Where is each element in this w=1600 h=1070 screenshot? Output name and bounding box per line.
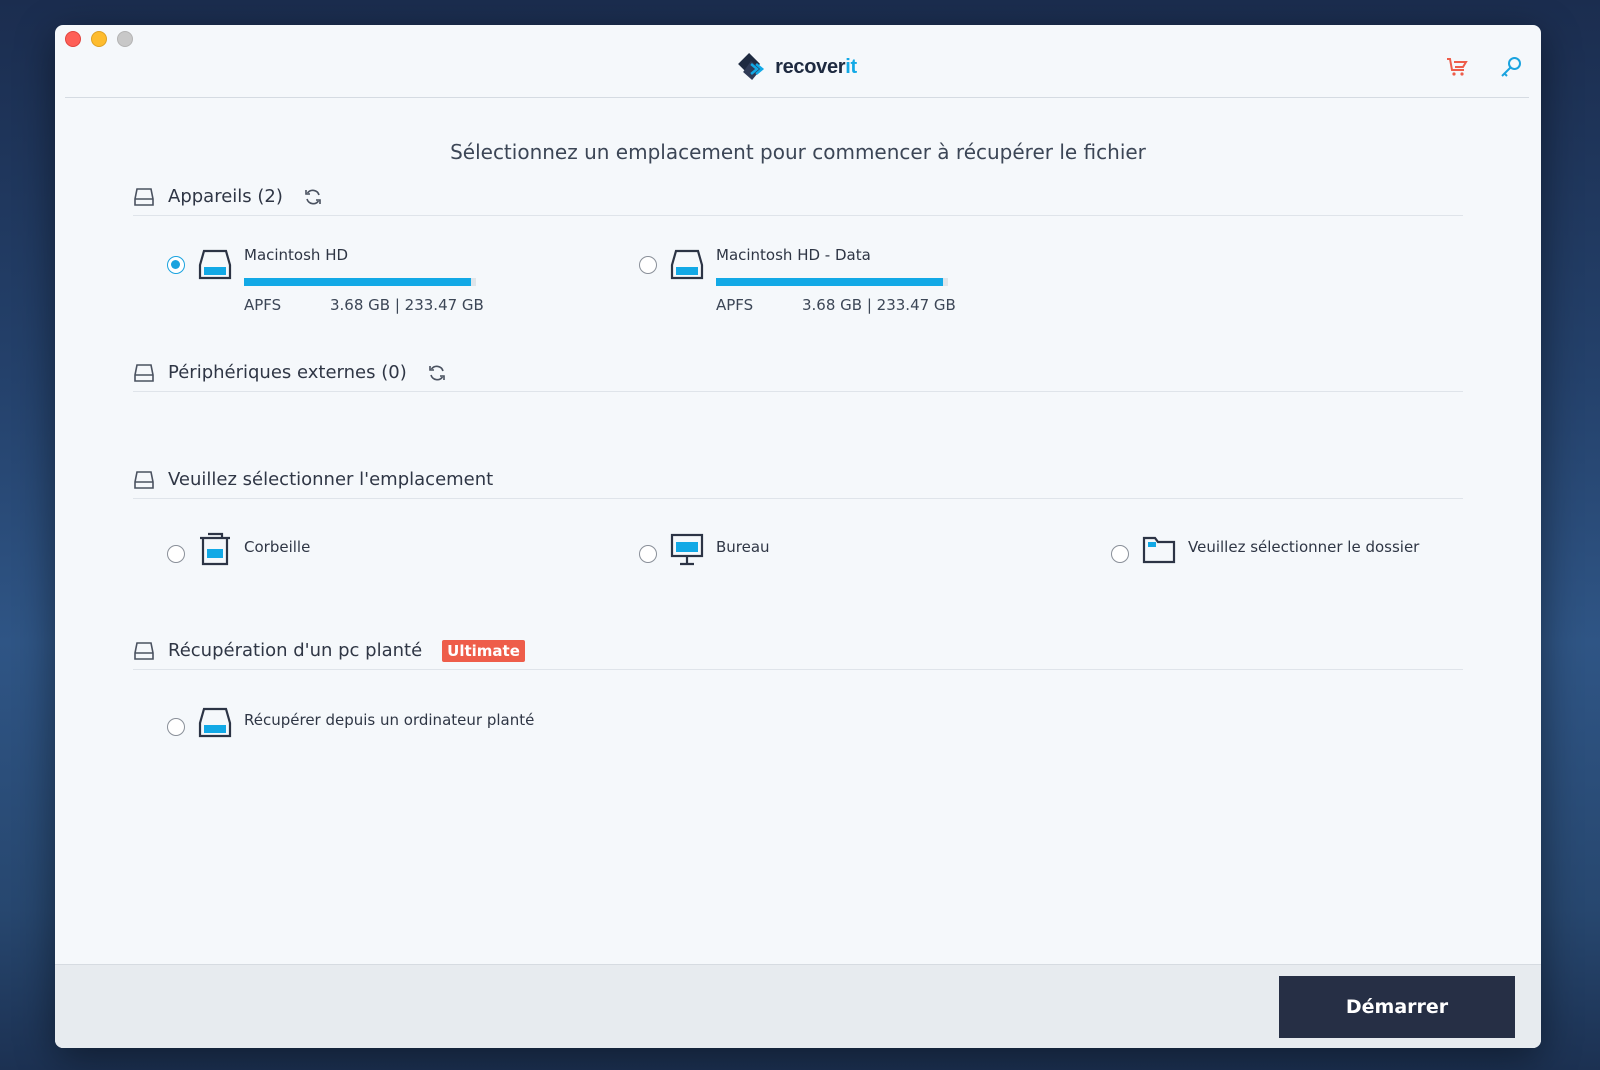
crash-label: Récupérer depuis un ordinateur planté <box>244 711 535 729</box>
location-label: Corbeille <box>244 538 311 556</box>
title-bar: recoverit <box>65 25 1529 98</box>
location-radio-desktop[interactable] <box>639 545 657 563</box>
devices-title: Appareils (2) <box>168 186 283 207</box>
location-title: Veuillez sélectionner l'emplacement <box>168 469 494 490</box>
refresh-external-icon[interactable] <box>427 363 447 383</box>
device-radio-macintosh-hd[interactable] <box>167 256 185 274</box>
desktop-icon <box>670 533 704 566</box>
drive-name: Macintosh HD - Data <box>716 246 871 264</box>
drive-size: 3.68 GB | 233.47 GB <box>802 296 956 314</box>
section-drive-icon <box>134 470 154 489</box>
drive-filesystem: APFS <box>716 296 754 314</box>
page-title: Sélectionnez un emplacement pour commenc… <box>450 140 1146 164</box>
cart-icon[interactable] <box>1445 55 1469 79</box>
section-devices: Appareils (2) <box>133 178 1463 216</box>
external-title: Périphériques externes (0) <box>168 362 407 383</box>
start-button[interactable]: Démarrer <box>1279 976 1515 1038</box>
section-select-location: Veuillez sélectionner l'emplacement <box>133 461 1463 499</box>
drive-usage-bar <box>244 278 476 286</box>
drive-icon <box>198 249 232 280</box>
drive-icon <box>670 249 704 280</box>
trash-icon <box>200 532 230 566</box>
device-radio-macintosh-hd-data[interactable] <box>639 256 657 274</box>
refresh-devices-icon[interactable] <box>303 187 323 207</box>
footer-bar: Démarrer <box>55 964 1541 1048</box>
section-drive-icon <box>134 187 154 206</box>
section-drive-icon <box>134 363 154 382</box>
drive-filesystem: APFS <box>244 296 282 314</box>
app-window: recoverit Sélectionnez un emplacement po… <box>55 25 1541 1048</box>
recoverit-logo-icon <box>738 53 765 80</box>
app-name: recoverit <box>775 55 857 78</box>
app-logo: recoverit <box>737 52 857 82</box>
location-label: Bureau <box>716 538 770 556</box>
drive-name: Macintosh HD <box>244 246 349 264</box>
location-label: Veuillez sélectionner le dossier <box>1188 538 1420 556</box>
drive-usage-bar <box>716 278 948 286</box>
crash-title: Récupération d'un pc planté <box>168 640 423 661</box>
crash-radio[interactable] <box>167 718 185 736</box>
drive-icon <box>198 707 232 738</box>
location-radio-trash[interactable] <box>167 545 185 563</box>
location-radio-folder[interactable] <box>1111 545 1129 563</box>
drive-size: 3.68 GB | 233.47 GB <box>330 296 484 314</box>
folder-icon <box>1142 536 1176 564</box>
header-actions <box>1445 55 1523 79</box>
section-drive-icon <box>134 641 154 660</box>
drive-usage-fill <box>716 278 944 286</box>
section-crash-recovery: Récupération d'un pc planté Ultimate <box>133 632 1463 670</box>
section-external-devices: Périphériques externes (0) <box>133 354 1463 392</box>
ultimate-badge: Ultimate <box>442 639 525 662</box>
drive-usage-fill <box>244 278 472 286</box>
key-icon[interactable] <box>1499 55 1523 79</box>
